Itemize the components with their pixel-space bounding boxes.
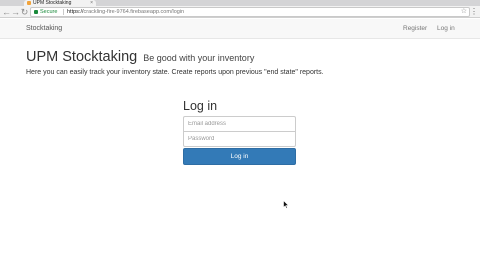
secure-label: Secure <box>40 9 58 15</box>
address-divider <box>63 9 64 15</box>
navbar-brand[interactable]: Stocktaking <box>26 19 62 39</box>
page-description: Here you can easily track your inventory… <box>26 69 324 76</box>
nav-register-link[interactable]: Register <box>403 19 427 39</box>
login-button[interactable]: Log in <box>183 148 296 165</box>
page-title: UPM Stocktaking Be good with your invent… <box>26 48 254 67</box>
bookmark-star-icon[interactable]: ☆ <box>461 8 467 16</box>
page-title-text: UPM Stocktaking <box>26 49 138 65</box>
url-scheme: https:// <box>67 9 84 15</box>
mouse-cursor-icon <box>283 200 289 209</box>
page-subtitle: Be good with your inventory <box>143 53 255 63</box>
email-field[interactable] <box>183 116 296 132</box>
nav-login-link[interactable]: Log in <box>437 19 455 39</box>
lock-icon <box>34 10 38 14</box>
back-icon[interactable]: ← <box>2 7 11 17</box>
browser-menu-icon[interactable]: ⋮ <box>470 6 478 17</box>
site-navbar: Stocktaking Register Log in <box>0 19 480 39</box>
login-heading: Log in <box>183 99 218 113</box>
reload-icon[interactable]: ↻ <box>20 7 29 17</box>
url-text[interactable]: https://crackling-fire-9764.firebaseapp.… <box>67 8 184 16</box>
address-bar[interactable]: Secure https://crackling-fire-9764.fireb… <box>30 7 470 17</box>
favicon-icon <box>27 1 31 5</box>
url-path: crackling-fire-9764.firebaseapp.com/logi… <box>83 9 185 15</box>
browser-toolbar: ← → ↻ Secure https://crackling-fire-9764… <box>0 6 480 18</box>
forward-icon[interactable]: → <box>11 7 20 17</box>
password-field[interactable] <box>183 131 296 147</box>
